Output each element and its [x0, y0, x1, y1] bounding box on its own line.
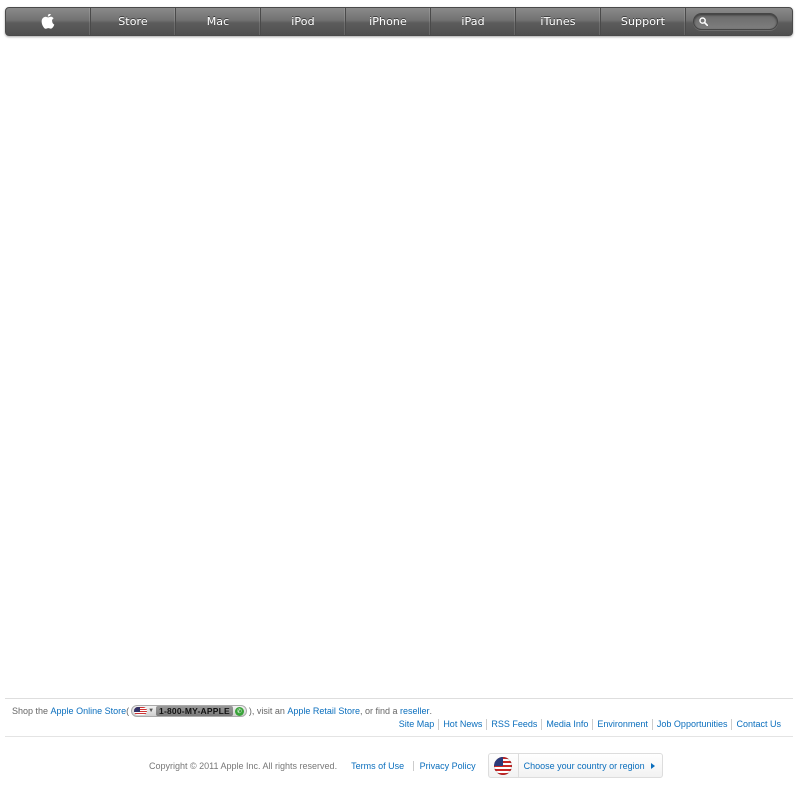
country-flag-wrap	[489, 754, 519, 777]
privacy-policy-link[interactable]: Privacy Policy	[412, 760, 482, 771]
nav-apple-logo[interactable]	[6, 8, 91, 35]
us-flag-icon	[134, 707, 148, 715]
footer-divider-bottom	[5, 736, 793, 737]
country-selector[interactable]: Choose your country or region	[487, 753, 663, 778]
us-flag-icon	[494, 756, 513, 775]
chevron-right-icon	[650, 762, 655, 769]
footer-link-site-map[interactable]: Site Map	[395, 719, 439, 730]
global-nav: Store Mac iPod iPhone iPad iTunes Suppor…	[5, 7, 793, 36]
nav-item-label: iTunes	[540, 15, 576, 28]
nav-item-label: iPad	[461, 15, 485, 28]
nav-item-label: Store	[118, 15, 148, 28]
copyright-text: Copyright © 2011 Apple Inc. All rights r…	[149, 760, 338, 771]
nav-item-itunes[interactable]: iTunes	[516, 8, 601, 35]
legal-links: Terms of Use Privacy Policy	[345, 760, 482, 771]
chevron-down-icon: ▼	[148, 708, 155, 714]
nav-item-store[interactable]: Store	[91, 8, 176, 35]
footer-divider-top	[5, 698, 793, 699]
shop-prefix: Shop the	[12, 706, 49, 716]
shop-line: Shop the Apple Online Store ( ▼ 1-800-MY…	[12, 705, 432, 717]
nav-item-support[interactable]: Support	[601, 8, 686, 35]
footer-link-media-info[interactable]: Media Info	[541, 719, 592, 730]
shop-open-paren: (	[126, 706, 130, 716]
apple-retail-store-link[interactable]: Apple Retail Store	[287, 706, 360, 716]
shop-after-phone: ), visit an	[248, 706, 285, 716]
nav-search	[686, 8, 792, 35]
shop-period: .	[429, 706, 433, 716]
search-input[interactable]	[711, 16, 771, 27]
reseller-link[interactable]: reseller	[400, 706, 430, 716]
nav-item-label: Support	[620, 15, 666, 28]
nav-item-iphone[interactable]: iPhone	[346, 8, 431, 35]
footer-link-hot-news[interactable]: Hot News	[438, 719, 486, 730]
footer-link-environment[interactable]: Environment	[592, 719, 652, 730]
footer-link-rss-feeds[interactable]: RSS Feeds	[486, 719, 541, 730]
nav-item-label: Mac	[206, 15, 230, 28]
nav-item-mac[interactable]: Mac	[176, 8, 261, 35]
call-icon: ✆	[234, 706, 244, 716]
phone-number: 1-800-MY-APPLE	[156, 706, 233, 716]
apple-online-store-link[interactable]: Apple Online Store	[51, 706, 127, 716]
country-selector-label: Choose your country or region	[523, 760, 645, 771]
copyright-row: Copyright © 2011 Apple Inc. All rights r…	[149, 753, 663, 778]
search-box[interactable]	[693, 13, 778, 30]
footer-links: Site Map Hot News RSS Feeds Media Info E…	[395, 719, 785, 730]
footer-link-job-opportunities[interactable]: Job Opportunities	[651, 719, 732, 730]
shop-or-find: , or find a	[359, 706, 398, 716]
nav-item-label: iPhone	[369, 15, 407, 28]
nav-item-ipad[interactable]: iPad	[431, 8, 516, 35]
footer-link-contact-us[interactable]: Contact Us	[731, 719, 785, 730]
phone-badge[interactable]: ▼ 1-800-MY-APPLE ✆	[131, 705, 247, 717]
nav-item-ipod[interactable]: iPod	[261, 8, 346, 35]
nav-item-label: iPod	[291, 15, 315, 28]
apple-logo-icon	[41, 13, 55, 29]
search-icon	[699, 17, 708, 26]
terms-of-use-link[interactable]: Terms of Use	[345, 761, 410, 771]
